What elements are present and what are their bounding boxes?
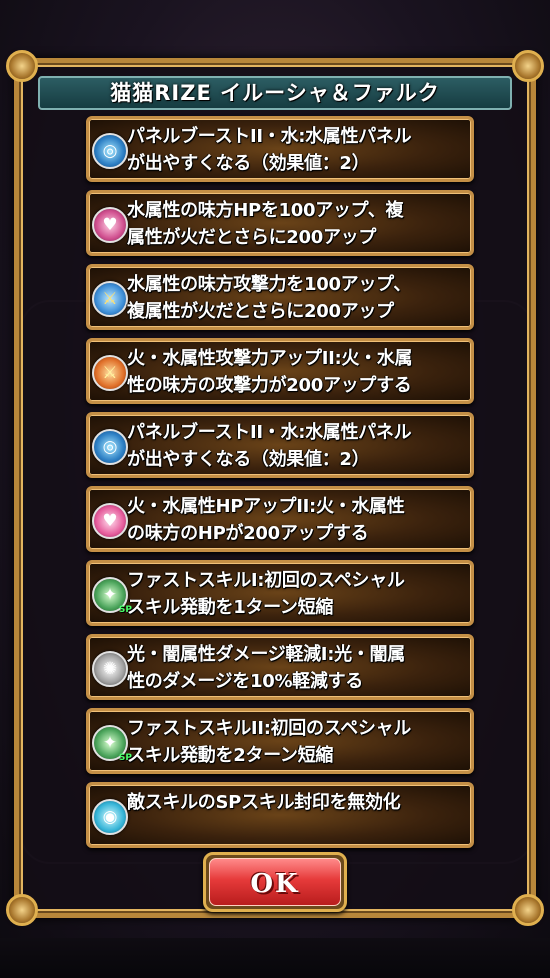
skill-text: ファストスキルII:初回のスペシャル スキル発動を2ターン短縮 — [127, 718, 411, 766]
skill-text: 敵スキルのSPスキル封印を無効化 — [127, 792, 401, 813]
skill-text: 水属性の味方攻撃力を100アップ、 複属性が火だとさらに200アップ — [127, 274, 411, 322]
skill-card: ⚔ 火・水属性攻撃力アップII:火・水属 性の味方の攻撃力が200アップする — [86, 338, 474, 404]
background-footer — [0, 938, 550, 978]
corner-ornament-icon — [512, 50, 544, 82]
skill-card: ✺ 光・闇属性ダメージ軽減I:光・闇属 性のダメージを10%軽減する — [86, 634, 474, 700]
corner-ornament-icon — [6, 50, 38, 82]
fire-attack-up-icon: ⚔ — [92, 355, 128, 391]
fast-skill-icon: ✦ SP — [92, 577, 132, 615]
fast-skill-icon: ✦ SP — [92, 725, 132, 763]
skill-text: パネルブーストII・水:水属性パネル が出やすくなる（効果値：2） — [127, 126, 412, 174]
hp-up-icon: ♥ — [92, 207, 128, 243]
water-panel-icon: ◎ — [92, 133, 128, 169]
skill-card: ♥ 火・水属性HPアップII:火・水属性 の味方のHPが200アップする — [86, 486, 474, 552]
skill-text: 火・水属性攻撃力アップII:火・水属 性の味方の攻撃力が200アップする — [127, 348, 413, 396]
skill-card: ♥ 水属性の味方HPを100アップ、複 属性が火だとさらに200アップ — [86, 190, 474, 256]
skill-card: ✦ SP ファストスキルI:初回のスペシャル スキル発動を1ターン短縮 — [86, 560, 474, 626]
skill-text: 水属性の味方HPを100アップ、複 属性が火だとさらに200アップ — [127, 200, 404, 248]
ok-button[interactable]: OK — [209, 858, 341, 906]
skill-card: ⚔ 水属性の味方攻撃力を100アップ、 複属性が火だとさらに200アップ — [86, 264, 474, 330]
skill-card: ✦ SP ファストスキルII:初回のスペシャル スキル発動を2ターン短縮 — [86, 708, 474, 774]
corner-ornament-icon — [512, 894, 544, 926]
skill-text: パネルブーストII・水:水属性パネル が出やすくなる（効果値：2） — [127, 422, 412, 470]
skill-text: 火・水属性HPアップII:火・水属性 の味方のHPが200アップする — [127, 496, 405, 544]
seal-guard-icon: ◉ — [92, 799, 128, 835]
dialog-title: 猫猫RIZE イルーシャ＆ファルク — [38, 76, 512, 110]
skill-card: ◉ 敵スキルのSPスキル封印を無効化 — [86, 782, 474, 848]
skill-text: 光・闇属性ダメージ軽減I:光・闇属 性のダメージを10%軽減する — [127, 644, 405, 692]
ok-button-frame: OK — [203, 852, 347, 912]
skill-text: ファストスキルI:初回のスペシャル スキル発動を1ターン短縮 — [127, 570, 405, 618]
corner-ornament-icon — [6, 894, 38, 926]
damage-reduce-icon: ✺ — [92, 651, 128, 687]
hp-up-icon: ♥ — [92, 503, 128, 539]
water-panel-icon: ◎ — [92, 429, 128, 465]
skill-card: ◎ パネルブーストII・水:水属性パネル が出やすくなる（効果値：2） — [86, 412, 474, 478]
skill-card: ◎ パネルブーストII・水:水属性パネル が出やすくなる（効果値：2） — [86, 116, 474, 182]
attack-up-icon: ⚔ — [92, 281, 128, 317]
